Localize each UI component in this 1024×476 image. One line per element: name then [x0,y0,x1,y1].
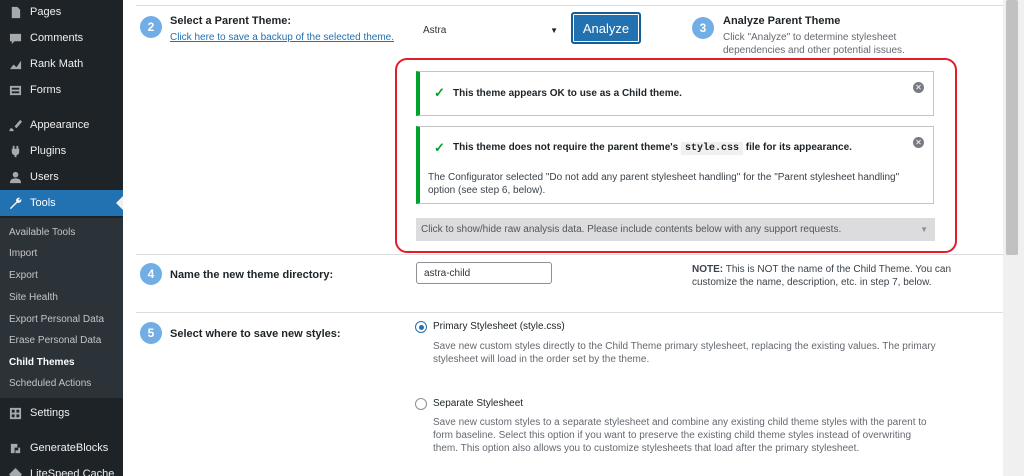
menu-label: Comments [30,32,84,44]
dropdown-arrow-icon: ▼ [550,25,558,35]
note-text: This is NOT the name of the Child Theme.… [725,264,952,275]
submenu-export[interactable]: Export [9,270,38,281]
divider [136,5,1003,6]
comments-icon [8,31,22,45]
theme-directory-input[interactable]: astra-child [416,262,552,284]
submenu-available-tools[interactable]: Available Tools [9,227,75,238]
step-4-badge: 4 [140,263,162,285]
analysis-notice-ok: ✓ This theme appears OK to use as a Chil… [416,71,934,116]
step-4-note-line-2: customize the name, description, etc. in… [692,277,932,288]
stylesheet-filename: style.css [680,142,743,155]
separate-stylesheet-radio[interactable] [415,398,427,410]
plugins-icon [8,144,22,158]
parent-theme-select[interactable]: Astra ▼ [418,18,563,42]
notice-message: This theme does not require the parent t… [453,142,852,155]
menu-item-settings[interactable]: Settings [0,400,123,426]
analysis-notice-stylesheet: ✓ This theme does not require the parent… [416,126,934,204]
menu-item-plugins[interactable]: Plugins [0,138,123,164]
submenu-site-health[interactable]: Site Health [9,292,58,303]
step-2-title: Select a Parent Theme: [170,15,292,27]
divider [136,254,1003,255]
menu-label: Settings [30,407,70,419]
appearance-icon [8,118,22,132]
litespeed-icon [8,467,22,476]
submenu-scheduled-actions[interactable]: Scheduled Actions [9,378,91,389]
menu-label: Rank Math [30,58,84,70]
menu-label: GenerateBlocks [30,442,109,454]
step-3-description-line-1: Click "Analyze" to determine stylesheet [723,32,897,43]
menu-label: Pages [30,6,62,18]
menu-item-appearance[interactable]: Appearance [0,112,123,138]
menu-item-tools[interactable]: Tools [0,190,123,216]
step-3-description-line-2: dependencies and other potential issues. [723,45,905,56]
divider [136,312,1003,313]
analyze-button[interactable]: Analyze [571,12,641,44]
step-5-title: Select where to save new styles: [170,328,341,340]
menu-label: Tools [30,197,56,209]
checkmark-icon: ✓ [434,140,445,155]
checkmark-icon: ✓ [434,85,445,100]
primary-stylesheet-radio[interactable] [415,321,427,333]
notice-detail-line-1: The Configurator selected "Do not add an… [428,172,900,183]
raw-analysis-label: Click to show/hide raw analysis data. Pl… [421,224,842,235]
submenu-import[interactable]: Import [9,248,37,259]
primary-stylesheet-desc-line-2: stylesheet will load in the order set by… [433,354,650,365]
users-icon [8,170,22,184]
generateblocks-icon [8,441,22,455]
menu-item-rank-math[interactable]: Rank Math [0,51,123,77]
dropdown-arrow-icon: ▼ [920,225,928,234]
tools-icon [8,196,22,210]
backup-theme-link[interactable]: Click here to save a backup of the selec… [170,32,394,43]
menu-label: Plugins [30,145,67,157]
separate-stylesheet-desc-line-2: form baseline. Select this option if you… [433,430,912,441]
notice-text-after: file for its appearance. [745,142,852,153]
menu-label: LiteSpeed Cache [30,468,115,476]
dismiss-icon[interactable]: ✕ [913,82,924,93]
settings-icon [8,406,22,420]
menu-label: Forms [30,84,62,96]
menu-item-users[interactable]: Users [0,164,123,190]
scrollbar-thumb[interactable] [1006,0,1018,255]
menu-item-comments[interactable]: Comments [0,25,123,51]
primary-stylesheet-label[interactable]: Primary Stylesheet (style.css) [433,321,565,332]
step-3-title: Analyze Parent Theme [723,15,841,27]
notice-message: This theme appears OK to use as a Child … [453,88,682,99]
rank-math-icon [8,57,22,71]
notice-text-before: This theme does not require the parent t… [453,142,679,153]
submenu-child-themes[interactable]: Child Themes [9,357,75,368]
step-4-note-line-1: NOTE: This is NOT the name of the Child … [692,263,951,276]
pages-icon [8,5,22,19]
step-2-badge: 2 [140,16,162,38]
raw-analysis-toggle[interactable]: Click to show/hide raw analysis data. Pl… [416,218,935,241]
notice-detail-line-2: option (see step 6, below). [428,185,546,196]
note-label: NOTE: [692,264,724,275]
selected-theme: Astra [423,24,447,36]
menu-label: Appearance [30,119,90,131]
separate-stylesheet-desc-line-1: Save new custom styles to a separate sty… [433,417,927,428]
forms-icon [8,83,22,97]
separate-stylesheet-desc-line-3: them. This option also allows you to cus… [433,443,860,454]
submenu-export-personal-data[interactable]: Export Personal Data [9,314,104,325]
step-4-title: Name the new theme directory: [170,269,334,281]
menu-item-litespeed-cache[interactable]: LiteSpeed Cache [0,461,123,476]
primary-stylesheet-desc-line-1: Save new custom styles directly to the C… [433,341,936,352]
menu-label: Users [30,171,59,183]
separate-stylesheet-label[interactable]: Separate Stylesheet [433,398,523,409]
step-3-badge: 3 [692,17,714,39]
menu-item-pages[interactable]: Pages [0,0,123,25]
menu-item-generateblocks[interactable]: GenerateBlocks [0,435,123,461]
child-theme-configurator: 2 Select a Parent Theme: Click here to s… [123,0,1003,476]
admin-sidebar: Pages Comments Rank Math Forms Appearanc… [0,0,123,476]
step-5-badge: 5 [140,322,162,344]
dismiss-icon[interactable]: ✕ [913,137,924,148]
submenu-erase-personal-data[interactable]: Erase Personal Data [9,335,101,346]
menu-item-forms[interactable]: Forms [0,77,123,103]
tools-submenu: Available Tools Import Export Site Healt… [0,218,123,398]
